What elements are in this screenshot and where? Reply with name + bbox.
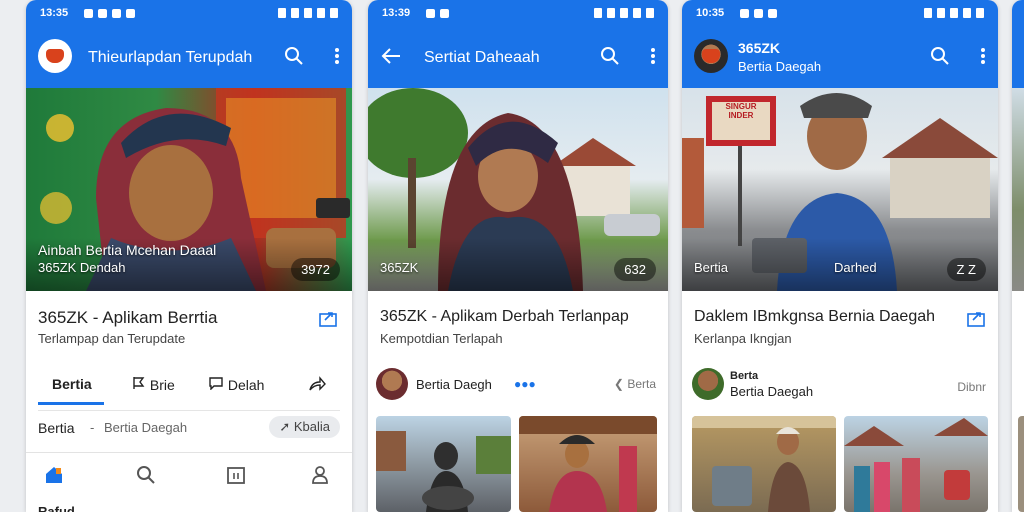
news-thumbnail[interactable]: [692, 416, 836, 512]
tab-label: Brie: [149, 377, 175, 393]
category-chip[interactable]: ➚ Kbalia: [269, 416, 340, 438]
phone-screen-2: 13:39 Sertiat Daheaah 365ZK 632 365ZK - …: [368, 0, 668, 512]
more-vert-icon[interactable]: [334, 46, 340, 72]
share-arrow-icon[interactable]: ❮ Berta: [614, 377, 656, 391]
breadcrumb-second[interactable]: Bertia Daegah: [104, 420, 187, 435]
breadcrumb-first[interactable]: Bertia: [38, 420, 75, 436]
phone-screen-3: 10:35 365ZK Bertia Daegah SINGUR INDER B…: [682, 0, 998, 512]
chip-arrow-icon: ➚: [279, 419, 291, 434]
app-title: Sertiat Daheaah: [424, 49, 540, 66]
notification-icons: [740, 9, 777, 18]
article-headline[interactable]: Daklem IBmkgnsa Bernia Daegah: [694, 308, 935, 326]
flag-icon: [133, 377, 145, 389]
article-subtitle: Kerlanpa Ikngjan: [694, 331, 792, 346]
article-subtitle: Terlampap dan Terupdate: [38, 331, 186, 346]
system-icons: [278, 8, 338, 18]
notification-icons: [84, 9, 135, 18]
article-headline[interactable]: 365ZK - Aplikam Derbah Terlanpap: [380, 308, 629, 326]
status-bar: 10:35: [682, 0, 998, 28]
search-icon[interactable]: [930, 46, 950, 72]
tab-brie[interactable]: Brie: [132, 376, 175, 393]
hero-image[interactable]: [1012, 88, 1024, 291]
divider: [38, 410, 340, 411]
hero-source: Bertia: [694, 260, 728, 275]
section-label: Rafud: [38, 504, 75, 512]
phone-screen-4-partial: [1012, 0, 1024, 512]
share-icon[interactable]: [966, 308, 986, 333]
active-tab-indicator: [38, 402, 104, 405]
hero-image[interactable]: SINGUR INDER Bertia Darhed Z Z: [682, 88, 998, 291]
status-time: 10:35: [696, 7, 725, 19]
article-subtitle: Kempotdian Terlapah: [380, 331, 503, 346]
status-bar: 13:39: [368, 0, 668, 28]
status-time: 13:39: [382, 7, 411, 19]
hero-counter-badge: Z Z: [946, 258, 986, 281]
share-arrow-icon[interactable]: [308, 376, 326, 395]
back-arrow-icon[interactable]: [380, 46, 402, 72]
author-action-label: Berta: [627, 377, 656, 391]
article-headline[interactable]: 365ZK - Aplikam Berrtia: [38, 308, 218, 328]
search-icon[interactable]: [136, 465, 156, 490]
hero-source: 365ZK Dendah: [38, 260, 126, 275]
news-thumbnail[interactable]: [376, 416, 511, 512]
tab-bertia[interactable]: Bertia: [52, 376, 92, 392]
search-icon[interactable]: [600, 46, 620, 72]
author-label: Berta: [730, 370, 759, 382]
status-bar: [1012, 0, 1024, 28]
home-icon[interactable]: [44, 465, 64, 490]
app-title: 365ZK: [738, 40, 781, 56]
author-meta: Dibnr: [957, 380, 986, 394]
hero-image[interactable]: 365ZK 632: [368, 88, 668, 291]
app-bar: [1012, 28, 1024, 88]
hero-source: 365ZK: [380, 260, 419, 275]
app-bar: Sertiat Daheaah: [368, 28, 668, 88]
news-thumbnail[interactable]: [519, 416, 657, 512]
system-icons: [924, 8, 984, 18]
status-bar: 13:35: [26, 0, 352, 28]
author-name[interactable]: Bertia Daegah: [730, 384, 813, 399]
more-vert-icon[interactable]: [650, 46, 656, 72]
system-icons: [594, 8, 654, 18]
search-icon[interactable]: [284, 46, 304, 72]
bottom-navigation: [26, 452, 352, 499]
author-avatar[interactable]: [376, 368, 408, 400]
phone-screen-1: 13:35 Thieurlapdan Terupdah Ainbah Berti…: [26, 0, 352, 512]
shop-sign: SINGUR INDER: [725, 102, 757, 120]
status-time: 13:35: [40, 7, 69, 19]
news-thumbnail[interactable]: [1018, 416, 1024, 512]
author-name[interactable]: Bertia Daegh: [416, 377, 492, 392]
more-vert-icon[interactable]: [980, 46, 986, 72]
profile-icon[interactable]: [310, 465, 330, 490]
chip-label: Kbalia: [293, 419, 330, 434]
more-dots-icon[interactable]: ●●●: [514, 377, 536, 391]
comment-icon: [209, 377, 223, 391]
app-bar: Thieurlapdan Terupdah: [26, 28, 352, 88]
app-title: Thieurlapdan Terupdah: [88, 49, 253, 66]
news-thumbnail[interactable]: [844, 416, 988, 512]
calendar-icon[interactable]: [226, 465, 246, 490]
breadcrumb-separator: -: [90, 420, 95, 435]
app-subtitle: Bertia Daegah: [738, 59, 822, 74]
app-bar: 365ZK Bertia Daegah: [682, 28, 998, 88]
hero-image[interactable]: Ainbah Bertia Mcehan Daaal 365ZK Dendah …: [26, 88, 352, 291]
hero-caption: Ainbah Bertia Mcehan Daaal: [38, 242, 217, 258]
hero-counter-badge: 3972: [291, 258, 340, 281]
hero-counter-badge: 632: [614, 258, 656, 281]
author-avatar[interactable]: [692, 368, 724, 400]
notification-icons: [426, 9, 449, 18]
app-logo-icon: [694, 39, 728, 73]
hero-caption: Darhed: [834, 260, 877, 275]
tab-label: Delah: [227, 377, 265, 393]
app-logo-icon: [38, 39, 72, 73]
tab-bar: Bertia Brie Delah: [26, 362, 352, 408]
tab-delah[interactable]: Delah: [208, 376, 264, 393]
share-icon[interactable]: [318, 308, 338, 333]
